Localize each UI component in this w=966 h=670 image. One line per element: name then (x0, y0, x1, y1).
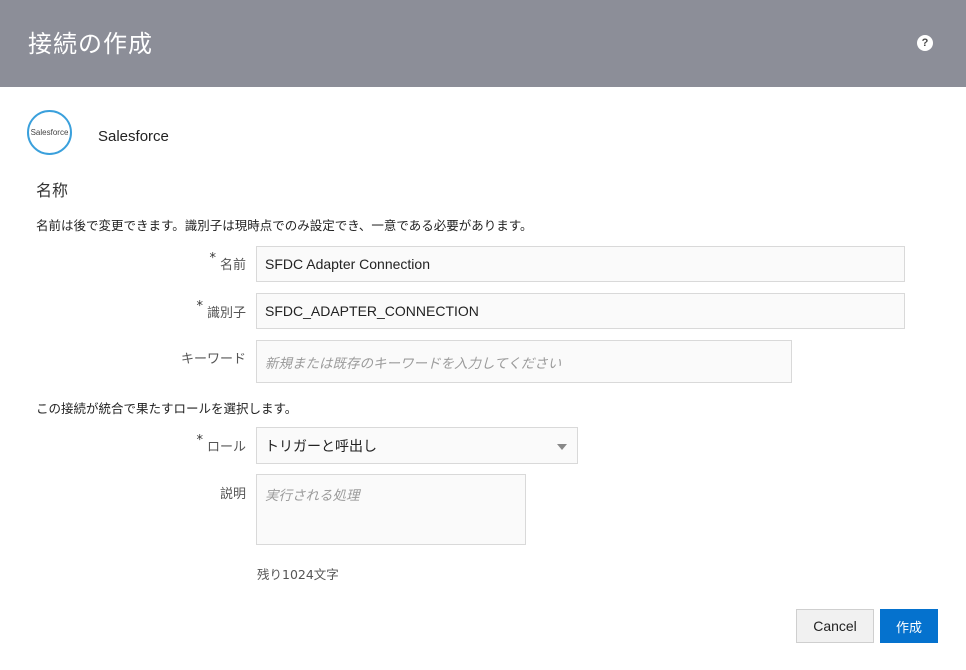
keywords-input[interactable]: 新規または既存のキーワードを入力してください (256, 340, 792, 383)
role-select[interactable]: トリガーと呼出し (256, 427, 578, 464)
keywords-placeholder: 新規または既存のキーワードを入力してください (265, 355, 562, 371)
create-button[interactable]: 作成 (880, 609, 938, 643)
dialog-header: 接続の作成 ? (0, 0, 966, 87)
identifier-value: SFDC_ADAPTER_CONNECTION (265, 303, 479, 319)
adapter-name: Salesforce (98, 128, 169, 145)
name-label: * 名前 (209, 251, 246, 273)
name-input[interactable]: SFDC Adapter Connection (256, 246, 905, 282)
section-title: 名称 (36, 181, 69, 200)
role-label: * ロール (196, 433, 246, 455)
help-icon[interactable]: ? (917, 35, 933, 51)
required-mark: * (196, 433, 203, 448)
identifier-label: * 識別子 (196, 299, 246, 321)
description-textarea[interactable]: 実行される処理 (256, 474, 526, 545)
identifier-input[interactable]: SFDC_ADAPTER_CONNECTION (256, 293, 905, 329)
chevron-down-icon (557, 443, 567, 450)
remaining-characters: 残り1024文字 (257, 567, 339, 582)
dialog-title: 接続の作成 (28, 30, 153, 58)
required-mark: * (209, 251, 216, 266)
description-placeholder: 実行される処理 (265, 488, 360, 503)
cancel-button[interactable]: Cancel (796, 609, 874, 643)
role-description: この接続が統合で果たすロールを選択します。 (36, 401, 298, 416)
keywords-label: キーワード (180, 352, 246, 367)
required-mark: * (196, 299, 203, 314)
salesforce-logo: Salesforce (27, 110, 72, 155)
role-value: トリガーと呼出し (265, 437, 377, 454)
description-label: 説明 (219, 487, 246, 502)
name-value: SFDC Adapter Connection (265, 256, 430, 272)
section-description: 名前は後で変更できます。識別子は現時点でのみ設定でき、一意である必要があります。 (36, 218, 533, 233)
